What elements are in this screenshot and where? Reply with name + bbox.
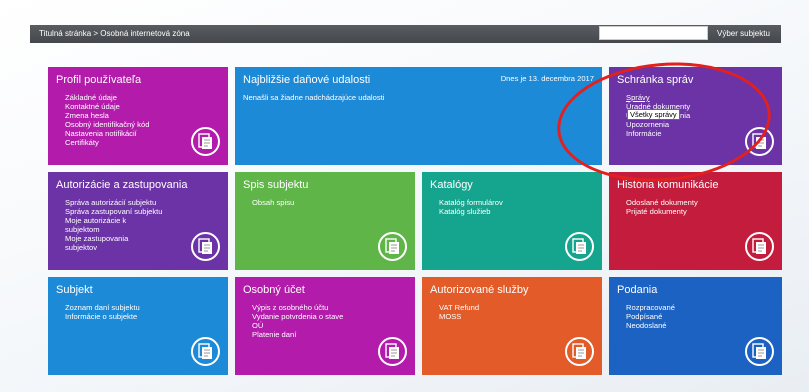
menu-item-basic-data[interactable]: Základné údaje [65,93,149,102]
tile-title: Najbližšie daňové udalosti [243,74,371,86]
document-icon [745,232,774,261]
menu-item-personal-id-code[interactable]: Osobný identifikačný kód [65,120,149,129]
tile-communication-history[interactable]: História komunikácie Odoslané dokumenty … [609,172,782,270]
tile-submissions[interactable]: Podania Rozpracované Podpísané Neodoslan… [609,277,782,375]
document-icon [191,232,220,261]
no-events-message: Nenašli sa žiadne nadchádzajúce udalosti [243,93,385,102]
menu-item-contact-data[interactable]: Kontaktné údaje [65,102,149,111]
menu-item-notification-settings[interactable]: Nastavenia notifikácií [65,129,149,138]
tile-title: Podania [617,284,658,296]
menu-item-change-password[interactable]: Zmena hesla [65,111,149,120]
menu-item-subject-info[interactable]: Informácie o subjekte [65,312,140,321]
tile-title: Autorizované služby [430,284,529,296]
current-date: Dnes je 13. decembra 2017 [500,74,594,83]
menu-item-information[interactable]: Informácie [626,129,690,138]
tile-message-box[interactable]: Schránka správ Správy Úradné dokumenty Ú… [609,67,782,165]
menu-item-messages[interactable]: Správy [626,93,690,102]
tile-subject[interactable]: Subjekt Zoznam daní subjektu Informácie … [48,277,228,375]
menu-item-sent-documents[interactable]: Odoslané dokumenty [626,198,698,207]
tile-grid: Profil používateľa Základné údaje Kontak… [48,67,785,375]
document-icon [191,127,220,156]
document-icon [191,337,220,366]
menu-item-file-contents[interactable]: Obsah spisu [252,198,294,207]
document-icon [565,232,594,261]
document-icon [378,232,407,261]
document-icon [378,337,407,366]
tile-title: Katalógy [430,179,473,191]
tile-title: Subjekt [56,284,93,296]
tile-authorizations[interactable]: Autorizácie a zastupovania Správa autori… [48,172,228,270]
menu-item-certificates[interactable]: Certifikáty [65,138,149,147]
menu-item-vat-refund[interactable]: VAT Refund [439,303,479,312]
search-input[interactable] [599,26,708,40]
menu-item-drafts[interactable]: Rozpracované [626,303,675,312]
tile-title: Autorizácie a zastupovania [56,179,188,191]
tile-authorized-services[interactable]: Autorizované služby VAT Refund MOSS [422,277,602,375]
tile-tax-events[interactable]: Najbližšie daňové udalosti Dnes je 13. d… [235,67,602,165]
select-subject-link[interactable]: Výber subjektu [717,29,770,38]
menu-item-subject-taxes[interactable]: Zoznam daní subjektu [65,303,140,312]
menu-item-unsent[interactable]: Neodoslané [626,321,675,330]
menu-item-my-authorizations[interactable]: Moje autorizácie k subjektom [65,216,157,234]
menu-item-status-confirmation[interactable]: Vydanie potvrdenia o stave OÚ [252,312,348,330]
menu-item-manage-authorizations[interactable]: Správa autorizácií subjektu [65,198,163,207]
menu-item-manage-representations[interactable]: Správa zastupovaní subjektu [65,207,163,216]
menu-item-account-statement[interactable]: Výpis z osobného účtu [252,303,348,312]
tile-title: História komunikácie [617,179,719,191]
tile-personal-account[interactable]: Osobný účet Výpis z osobného účtu Vydani… [235,277,415,375]
menu-item-signed[interactable]: Podpísané [626,312,675,321]
menu-item-received-documents[interactable]: Prijaté dokumenty [626,207,698,216]
tile-title: Osobný účet [243,284,305,296]
document-icon [745,337,774,366]
top-bar: Titulná stránka > Osobná internetová zón… [30,25,781,43]
menu-item-services-catalog[interactable]: Katalóg služieb [439,207,503,216]
breadcrumb[interactable]: Titulná stránka > Osobná internetová zón… [39,29,190,38]
tile-title: Schránka správ [617,74,694,86]
document-icon [745,127,774,156]
document-icon [565,337,594,366]
tooltip-all-messages: Všetky správy [627,109,680,120]
tile-title: Profil používateľa [56,74,142,86]
menu-item-forms-catalog[interactable]: Katalóg formulárov [439,198,503,207]
tile-title: Spis subjektu [243,179,309,191]
menu-item-my-representations[interactable]: Moje zastupovania subjektov [65,234,157,252]
menu-item-moss[interactable]: MOSS [439,312,479,321]
menu-item-warnings[interactable]: Upozornenia [626,120,690,129]
tile-catalogs[interactable]: Katalógy Katalóg formulárov Katalóg služ… [422,172,602,270]
menu-item-tax-payment[interactable]: Platenie daní [252,330,348,339]
tile-user-profile[interactable]: Profil používateľa Základné údaje Kontak… [48,67,228,165]
tile-subject-file[interactable]: Spis subjektu Obsah spisu [235,172,415,270]
